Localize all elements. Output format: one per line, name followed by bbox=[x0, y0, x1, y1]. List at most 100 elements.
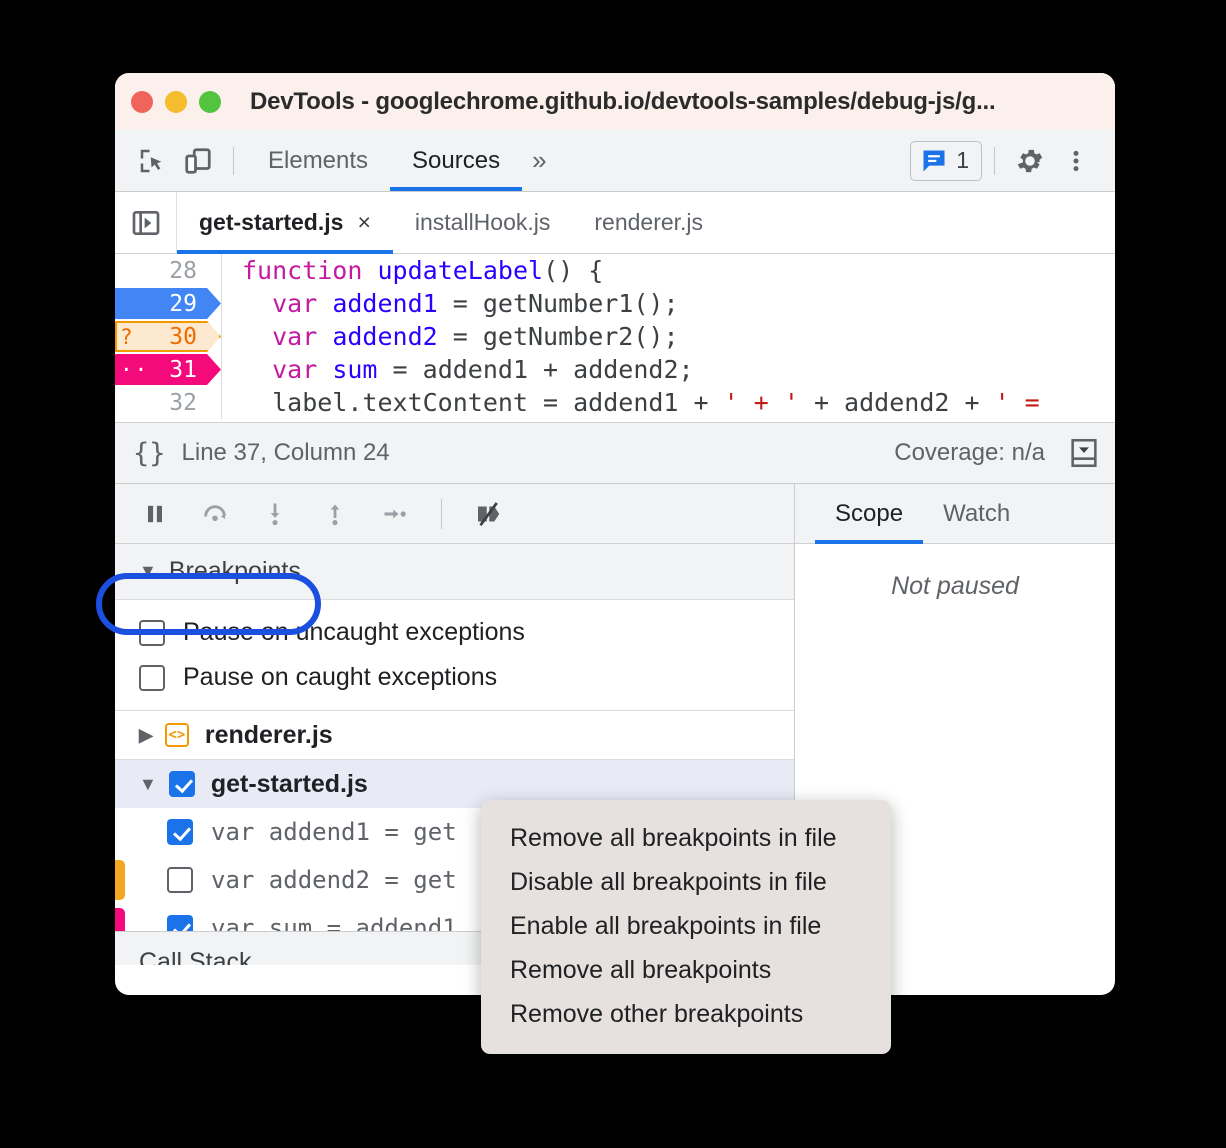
breakpoint-edge-marker-orange bbox=[115, 860, 125, 900]
status-bar-right: Coverage: n/a bbox=[894, 436, 1101, 470]
pause-caught-label: Pause on caught exceptions bbox=[183, 663, 498, 691]
coverage-status: Coverage: n/a bbox=[894, 439, 1045, 466]
menu-item-disable-all-breakpoints-in-file[interactable]: Disable all breakpoints in file bbox=[481, 860, 891, 904]
tab-watch[interactable]: Watch bbox=[923, 484, 1030, 543]
tab-elements[interactable]: Elements bbox=[246, 130, 390, 191]
step-icon[interactable] bbox=[375, 494, 415, 534]
conditional-breakpoint-badge: ? bbox=[120, 324, 133, 349]
chevron-down-icon[interactable]: ▼ bbox=[139, 561, 157, 582]
code-line: ? 30 var addend2 = getNumber2(); bbox=[115, 320, 1115, 353]
breakpoint-label: var addend2 = get bbox=[211, 866, 457, 894]
breakpoint-file-label: renderer.js bbox=[204, 720, 333, 749]
window-titlebar: DevTools - googlechrome.github.io/devtoo… bbox=[115, 73, 1115, 130]
deactivate-breakpoints-icon[interactable] bbox=[468, 494, 508, 534]
toolbar-right-group: 1 bbox=[910, 138, 1099, 184]
logpoint-badge: ·· bbox=[120, 357, 150, 382]
issues-count: 1 bbox=[956, 147, 969, 173]
scope-tab-bar: Scope Watch bbox=[795, 484, 1115, 544]
chevron-down-icon[interactable]: ▼ bbox=[139, 774, 157, 795]
pause-on-uncaught-exceptions-row[interactable]: Pause on uncaught exceptions bbox=[115, 610, 794, 655]
debugger-toolbar bbox=[115, 484, 794, 544]
menu-item-remove-all-breakpoints[interactable]: Remove all breakpoints bbox=[481, 948, 891, 992]
breakpoint-file-label: get-started.js bbox=[210, 769, 368, 798]
step-over-icon[interactable] bbox=[195, 494, 235, 534]
issues-message-icon bbox=[920, 147, 948, 175]
code-editor[interactable]: 28 function updateLabel() { 29 var adden… bbox=[115, 254, 1115, 422]
line-number: 30 bbox=[169, 323, 197, 350]
code-line: ·· 31 var sum = addend1 + addend2; bbox=[115, 353, 1115, 386]
menu-item-remove-all-breakpoints-in-file[interactable]: Remove all breakpoints in file bbox=[481, 816, 891, 860]
pretty-print-braces-icon[interactable]: {} bbox=[133, 438, 166, 469]
gear-icon[interactable] bbox=[1007, 138, 1053, 184]
code-line: 28 function updateLabel() { bbox=[115, 254, 1115, 287]
breakpoints-section-title: Breakpoints bbox=[168, 557, 301, 585]
pause-icon[interactable] bbox=[135, 494, 175, 534]
line-number: 31 bbox=[169, 356, 197, 383]
code-text: var addend2 = getNumber2(); bbox=[272, 322, 679, 351]
pause-uncaught-label: Pause on uncaught exceptions bbox=[183, 618, 525, 646]
tab-sources[interactable]: Sources bbox=[390, 130, 523, 191]
issues-button[interactable]: 1 bbox=[910, 140, 982, 181]
file-tab-bar: get-started.js × installHook.js renderer… bbox=[115, 192, 1115, 254]
tab-scope[interactable]: Scope bbox=[815, 484, 924, 544]
breakpoint-file-renderer-js[interactable]: ▶ <> renderer.js bbox=[115, 711, 794, 759]
breakpoint-label: var addend1 = get bbox=[211, 818, 457, 846]
file-tab-get-started-js[interactable]: get-started.js × bbox=[177, 192, 393, 254]
screenshot-root: DevTools - googlechrome.github.io/devtoo… bbox=[0, 0, 1226, 1148]
line-number: 29 bbox=[169, 290, 197, 317]
code-file-icon: <> bbox=[164, 723, 189, 747]
breakpoints-section-header[interactable]: ▼ Breakpoints bbox=[115, 544, 794, 600]
code-text: var sum = addend1 + addend2; bbox=[272, 355, 694, 384]
breakpoint-marker-blue bbox=[115, 288, 221, 319]
pause-caught-checkbox[interactable] bbox=[139, 664, 165, 691]
file-tab-label: get-started.js bbox=[199, 209, 344, 235]
line-gutter[interactable]: 32 bbox=[115, 386, 207, 419]
line-number: 28 bbox=[169, 257, 197, 284]
code-line: 29 var addend1 = getNumber1(); bbox=[115, 287, 1115, 320]
file-tab-installhook-js[interactable]: installHook.js bbox=[393, 192, 573, 253]
close-icon[interactable]: × bbox=[357, 209, 370, 236]
breakpoints-context-menu[interactable]: Remove all breakpoints in file Disable a… bbox=[481, 800, 891, 1054]
minimize-window-button[interactable] bbox=[165, 90, 187, 113]
debugger-toolbar-divider bbox=[441, 498, 442, 529]
pause-uncaught-checkbox[interactable] bbox=[139, 619, 165, 646]
code-line: 32 label.textContent = addend1 + ' + ' +… bbox=[115, 386, 1115, 419]
code-text: label.textContent = addend1 + ' + ' + ad… bbox=[242, 388, 1040, 417]
toolbar-divider bbox=[233, 146, 234, 175]
inspect-element-icon[interactable] bbox=[129, 138, 175, 184]
close-window-button[interactable] bbox=[131, 90, 153, 113]
code-text: function updateLabel() { bbox=[242, 256, 604, 285]
call-stack-label: Call Stack bbox=[139, 948, 252, 965]
menu-item-remove-other-breakpoints[interactable]: Remove other breakpoints bbox=[481, 992, 891, 1036]
chevron-right-icon[interactable]: ▶ bbox=[139, 725, 153, 746]
line-gutter[interactable]: 28 bbox=[115, 254, 207, 287]
scope-empty-message: Not paused bbox=[891, 572, 1019, 600]
step-out-icon[interactable] bbox=[315, 494, 355, 534]
maximize-window-button[interactable] bbox=[199, 90, 221, 113]
pause-on-caught-exceptions-row[interactable]: Pause on caught exceptions bbox=[115, 655, 794, 700]
breakpoint-checkbox[interactable] bbox=[167, 819, 193, 845]
breakpoint-file-checkbox[interactable] bbox=[168, 771, 195, 797]
file-tab-renderer-js[interactable]: renderer.js bbox=[572, 192, 725, 253]
kebab-menu-icon[interactable] bbox=[1053, 138, 1099, 184]
breakpoint-gutter-31[interactable]: ·· 31 bbox=[115, 353, 207, 386]
device-toolbar-icon[interactable] bbox=[175, 138, 221, 184]
show-drawer-icon[interactable] bbox=[1067, 436, 1101, 470]
line-number: 32 bbox=[169, 389, 197, 416]
window-title: DevTools - googlechrome.github.io/devtoo… bbox=[250, 87, 996, 115]
code-text: var addend1 = getNumber1(); bbox=[272, 289, 679, 318]
cursor-position: Line 37, Column 24 bbox=[181, 439, 390, 466]
breakpoint-gutter-29[interactable]: 29 bbox=[115, 287, 207, 320]
more-panels-icon[interactable]: » bbox=[522, 145, 556, 176]
toolbar-divider-2 bbox=[994, 146, 995, 175]
menu-item-enable-all-breakpoints-in-file[interactable]: Enable all breakpoints in file bbox=[481, 904, 891, 948]
show-navigator-icon[interactable] bbox=[115, 192, 177, 253]
editor-status-bar: {} Line 37, Column 24 Coverage: n/a bbox=[115, 422, 1115, 484]
panel-tab-list: Elements Sources bbox=[246, 130, 523, 191]
devtools-main-toolbar: Elements Sources » 1 bbox=[115, 130, 1115, 192]
step-into-icon[interactable] bbox=[255, 494, 295, 534]
breakpoint-gutter-30[interactable]: ? 30 bbox=[115, 320, 207, 353]
breakpoint-checkbox[interactable] bbox=[167, 867, 193, 893]
